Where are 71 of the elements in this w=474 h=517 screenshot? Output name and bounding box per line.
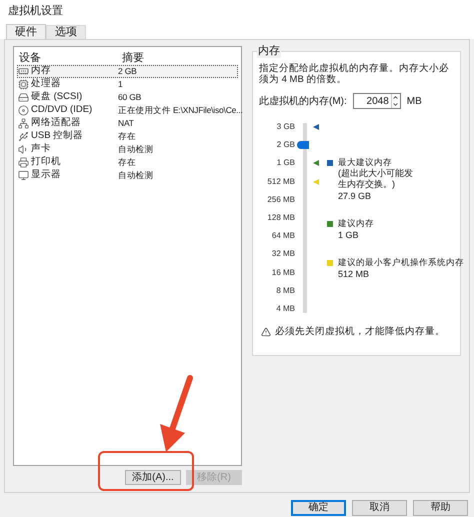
warning-icon	[261, 327, 271, 338]
column-header: 摘要	[121, 50, 144, 66]
group-title: 内存	[257, 45, 281, 58]
device-row[interactable]: 处理器 1	[17, 78, 238, 91]
device-row[interactable]: USB 控制器 存在	[17, 130, 238, 143]
tab[interactable]: 选项	[46, 25, 86, 39]
field-label: 此虚拟机的内存(M):	[259, 94, 347, 108]
legend-note: (超出此大小可能发生内存交换。)	[338, 168, 414, 190]
device-name: 硬盘 (SCSI)	[31, 90, 82, 104]
legend-value: 27.9 GB	[338, 191, 372, 202]
device-name: 网络适配器	[31, 116, 81, 130]
speaker-icon	[18, 144, 29, 155]
device-name: 显示器	[31, 168, 61, 182]
device-summary: 60 GB	[118, 91, 142, 104]
device-button[interactable]: 添加(A)...	[125, 470, 181, 485]
device-summary: 自动检测	[118, 169, 154, 182]
hard-drive-icon	[18, 92, 29, 103]
device-row[interactable]: 硬盘 (SCSI) 60 GB	[17, 91, 238, 104]
warning-text: 必须先关闭虚拟机，才能降低内存量。	[275, 325, 445, 339]
legend-value: 512 MB	[338, 269, 370, 280]
legend-label: 最大建议内存	[338, 157, 393, 168]
slider-thumb[interactable]	[297, 141, 309, 150]
device-row[interactable]: 打印机 存在	[17, 156, 238, 169]
disc-icon	[18, 105, 29, 116]
device-summary: 存在	[118, 130, 136, 143]
legend-label: 建议内存	[338, 218, 374, 229]
tick-label: 32 MB	[270, 250, 295, 258]
increment-icon[interactable]	[392, 94, 399, 101]
device-name: USB 控制器	[31, 129, 84, 143]
legend-label: 建议的最小客户机操作系统内存	[338, 257, 464, 268]
dialog-button[interactable]: 取消	[352, 500, 407, 516]
decrement-icon[interactable]	[392, 101, 399, 108]
device-row[interactable]: 声卡 自动检测	[17, 143, 238, 156]
dialog-button[interactable]: 确定	[291, 500, 346, 516]
tick-label: 256 MB	[266, 196, 295, 204]
usb-icon	[18, 131, 29, 142]
device-summary: 自动检测	[118, 143, 154, 156]
device-name: 声卡	[31, 142, 51, 156]
device-summary: 2 GB	[118, 65, 137, 78]
tick-label: 3 GB	[276, 123, 295, 131]
device-summary: 1	[118, 78, 123, 91]
device-summary: 正在使用文件 E:\XNJFile\iso\Ce...	[118, 104, 243, 117]
network-icon	[18, 118, 29, 129]
device-row[interactable]: 网络适配器 NAT	[17, 117, 238, 130]
printer-icon	[18, 157, 29, 168]
device-name: 打印机	[31, 155, 61, 170]
tick-label: 64 MB	[270, 232, 295, 240]
tab[interactable]: 硬件	[6, 24, 46, 39]
tick-label: 512 MB	[266, 178, 295, 186]
tick-label: 1 GB	[276, 159, 295, 168]
tick-label: 16 MB	[270, 268, 295, 276]
device-name: 处理器	[31, 77, 61, 92]
device-name: 内存	[31, 64, 51, 78]
device-row[interactable]: 显示器 自动检测	[17, 169, 238, 182]
tick-label: 4 MB	[275, 304, 295, 313]
device-name: CD/DVD (IDE)	[31, 103, 92, 117]
window-title: 虚拟机设置	[8, 4, 63, 19]
cpu-icon	[18, 79, 29, 90]
unit-label: MB	[406, 94, 422, 108]
tick-label: 8 MB	[275, 286, 295, 295]
device-row[interactable]: 内存 2 GB	[17, 65, 238, 78]
column-header: 设备	[18, 50, 42, 65]
dialog-button[interactable]: 帮助	[413, 500, 468, 516]
memory-description: 指定分配给此虚拟机的内存量。内存大小必须为 4 MB 的倍数。	[259, 63, 450, 85]
monitor-icon	[18, 170, 29, 181]
memory-spinner[interactable]: 2048	[352, 93, 401, 109]
device-summary: NAT	[118, 117, 134, 130]
device-summary: 存在	[118, 156, 136, 169]
tick-label: 2 GB	[276, 141, 295, 150]
legend-value: 1 GB	[338, 230, 360, 241]
tick-label: 128 MB	[266, 214, 295, 222]
